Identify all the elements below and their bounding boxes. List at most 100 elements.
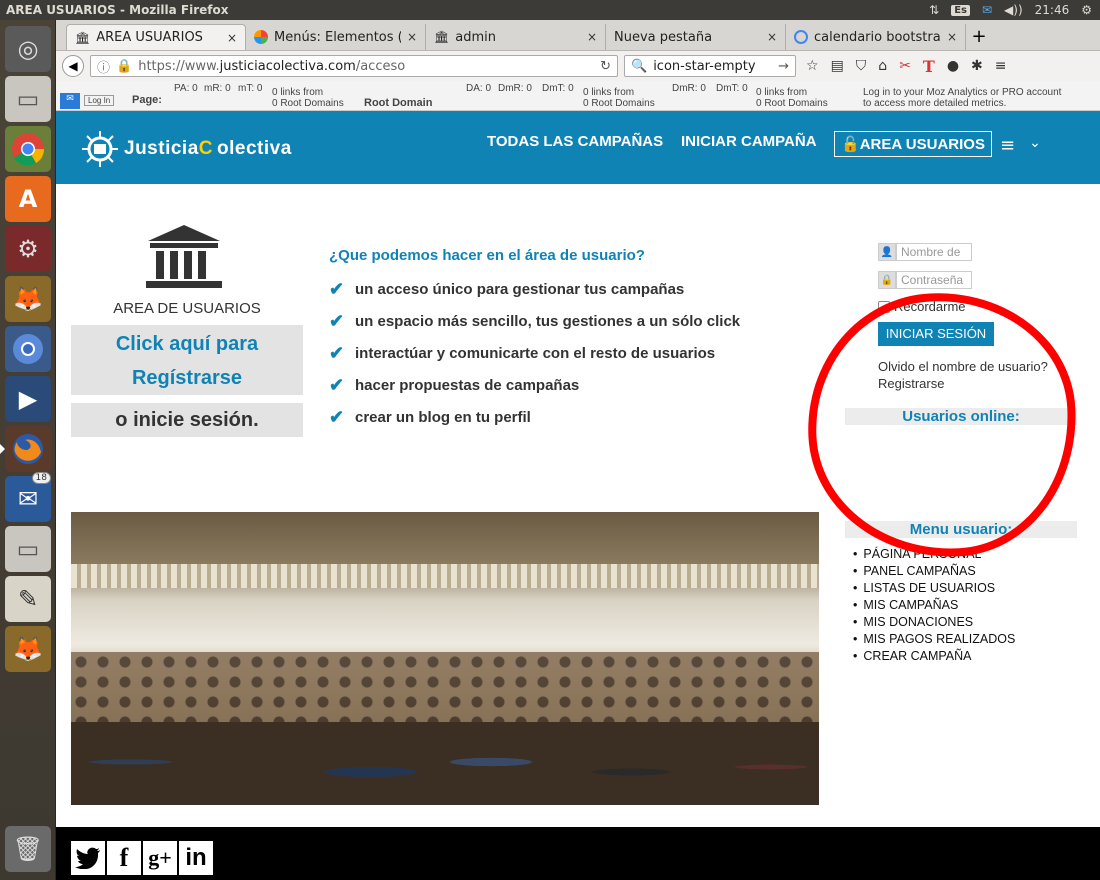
extension-icon[interactable]: ✂ [899,58,911,74]
register-link-small[interactable]: Registrarse [878,375,1048,392]
software-center-icon[interactable]: A [5,176,51,222]
login-prompt[interactable]: o inicie sesión. [71,403,303,437]
register-link[interactable]: Click aquí para Regístrarse [71,325,303,395]
username-input[interactable]: Nombre de [896,243,972,261]
chevron-down-icon[interactable]: ⌄ [1029,135,1041,156]
check-icon: ✔ [329,311,345,331]
check-icon: ✔ [329,375,345,395]
firefox-window: 🏛 AREA USUARIOS × Menús: Elementos (... … [56,20,1100,880]
info-icon[interactable]: ⓘ [97,57,110,76]
login-form: 👤 Nombre de 🔒 Contraseña Recordarme INIC… [878,243,1048,392]
gimp-app-icon[interactable]: 🦊 [5,276,51,322]
tab-menus-elementos[interactable]: Menús: Elementos (... × [246,24,426,50]
hamburger-menu-icon[interactable]: ≡ [1000,135,1015,156]
feature-item: ✔ un espacio más sencillo, tus gestiones … [329,311,741,331]
moz-logo-icon[interactable]: ✉ [60,93,80,109]
user-menu-item[interactable]: MIS CAMPAÑAS [853,598,1015,615]
t-extension-icon[interactable]: T [923,57,935,76]
site-header: Justicia Colectiva TODAS LAS CAMPAÑAS IN… [56,111,1100,184]
close-tab-icon[interactable]: × [947,30,957,44]
remember-checkbox[interactable] [878,300,890,313]
video-player-icon[interactable]: ▶ [5,376,51,422]
firefox-app-icon[interactable] [0,426,51,472]
chromium-app-icon[interactable] [5,326,51,372]
check-icon: ✔ [329,407,345,427]
bookmark-star-icon[interactable]: ☆ [806,58,819,74]
settings-gear-icon[interactable]: ⚙ [1081,3,1092,17]
user-menu-item[interactable]: PANEL CAMPAÑAS [853,564,1015,581]
username-field: 👤 Nombre de [878,243,1048,261]
keyboard-layout-indicator[interactable]: Es [951,4,970,16]
mail-icon[interactable]: ✉ [982,3,992,17]
close-tab-icon[interactable]: × [767,30,777,44]
clock[interactable]: 21:46 [1035,3,1070,17]
google-favicon-icon [794,30,808,44]
lock-icon[interactable]: 🔒 [116,59,132,74]
network-icon[interactable]: ⇅ [929,3,939,17]
chrome-app-icon[interactable] [5,126,51,172]
facebook-icon[interactable]: f [107,841,141,875]
gimp-app-icon-2[interactable]: 🦊 [5,626,51,672]
twitter-icon[interactable] [71,841,105,875]
reload-icon[interactable]: ↻ [600,59,611,74]
joomla-favicon-icon [254,30,268,44]
thunderbird-app-icon[interactable]: ✉ 18 [5,472,51,522]
user-menu-item[interactable]: PÁGINA PERSONAL [853,547,1015,564]
unlock-icon: 🔓 [841,136,860,153]
pocket-icon[interactable]: ⛉ [856,58,867,74]
area-title: AREA DE USUARIOS [113,300,261,317]
back-button[interactable]: ◀ [62,55,84,77]
window-title: AREA USUARIOS - Mozilla Firefox [6,3,229,17]
user-menu: PÁGINA PERSONAL PANEL CAMPAÑAS LISTAS DE… [853,547,1015,666]
site-logo[interactable]: Justicia Colectiva [80,129,292,169]
url-bar[interactable]: ⓘ 🔒 https://www.justiciacolectiva.com/ac… [90,55,618,77]
login-button[interactable]: INICIAR SESIÓN [878,322,994,346]
user-menu-item[interactable]: CREAR CAMPAÑA [853,649,1015,666]
feature-item: ✔ hacer propuestas de campañas [329,375,580,395]
system-top-panel: AREA USUARIOS - Mozilla Firefox ⇅ Es ✉ ◀… [0,0,1100,20]
menu-icon[interactable]: ≡ [995,58,1007,74]
reading-list-icon[interactable]: ▤ [831,58,844,74]
user-menu-item[interactable]: MIS PAGOS REALIZADOS [853,632,1015,649]
files-app-icon-2[interactable]: ▭ [5,526,51,572]
password-input[interactable]: Contraseña [896,271,972,289]
check-icon: ✔ [329,343,345,363]
logo-gear-icon [82,131,118,167]
check-icon: ✔ [329,279,345,299]
user-menu-item[interactable]: LISTAS DE USUARIOS [853,581,1015,598]
system-settings-icon[interactable]: ⚙ [5,226,51,272]
tab-area-usuarios[interactable]: 🏛 AREA USUARIOS × [66,24,246,50]
nav-user-area[interactable]: 🔓AREA USUARIOS [834,131,992,157]
volume-icon[interactable]: ◀)) [1004,3,1023,17]
close-tab-icon[interactable]: × [407,30,417,44]
features-title: ¿Que podemos hacer en el área de usuario… [329,247,645,264]
files-app-icon[interactable]: ▭ [5,76,51,122]
nav-all-campaigns[interactable]: TODAS LAS CAMPAÑAS [487,133,663,150]
search-go-icon[interactable]: → [778,59,789,74]
header-icons: ≡ ⌄ [1000,135,1041,156]
extra-extension-icon[interactable]: ✱ [971,58,983,74]
toolbar-icons: ☆ ▤ ⛉ ⌂ ✂ T ● ✱ ≡ [806,57,1007,76]
user-menu-heading: Menu usuario: [845,521,1077,538]
ubuntu-dash-icon[interactable]: ◎ [5,26,51,72]
close-tab-icon[interactable]: × [587,30,597,44]
moz-extension-icon[interactable]: ● [947,58,959,74]
search-input[interactable]: 🔍 icon-star-empty → [624,55,796,77]
google-plus-icon[interactable]: g+ [143,841,177,875]
search-icon: 🔍 [631,58,648,74]
moz-login-button[interactable]: Log In [84,95,115,106]
feature-item: ✔ un acceso único para gestionar tus camp… [329,279,685,299]
tab-nueva-pestana[interactable]: Nueva pestaña × [606,24,786,50]
close-tab-icon[interactable]: × [227,31,237,45]
home-icon[interactable]: ⌂ [878,58,887,74]
nav-start-campaign[interactable]: INICIAR CAMPAÑA [681,133,817,150]
trash-icon[interactable]: 🗑 [5,826,51,872]
linkedin-icon[interactable]: in [179,841,213,875]
text-editor-icon[interactable]: ✎ [5,576,51,622]
tab-admin[interactable]: 🏛 admin × [426,24,606,50]
tab-calendario-bootstrap[interactable]: calendario bootstra... × [786,24,966,50]
user-menu-item[interactable]: MIS DONACIONES [853,615,1015,632]
forgot-username-link[interactable]: Olvido el nombre de usuario? [878,358,1048,375]
new-tab-button[interactable]: + [966,24,992,50]
bank-favicon-icon: 🏛 [434,30,450,44]
